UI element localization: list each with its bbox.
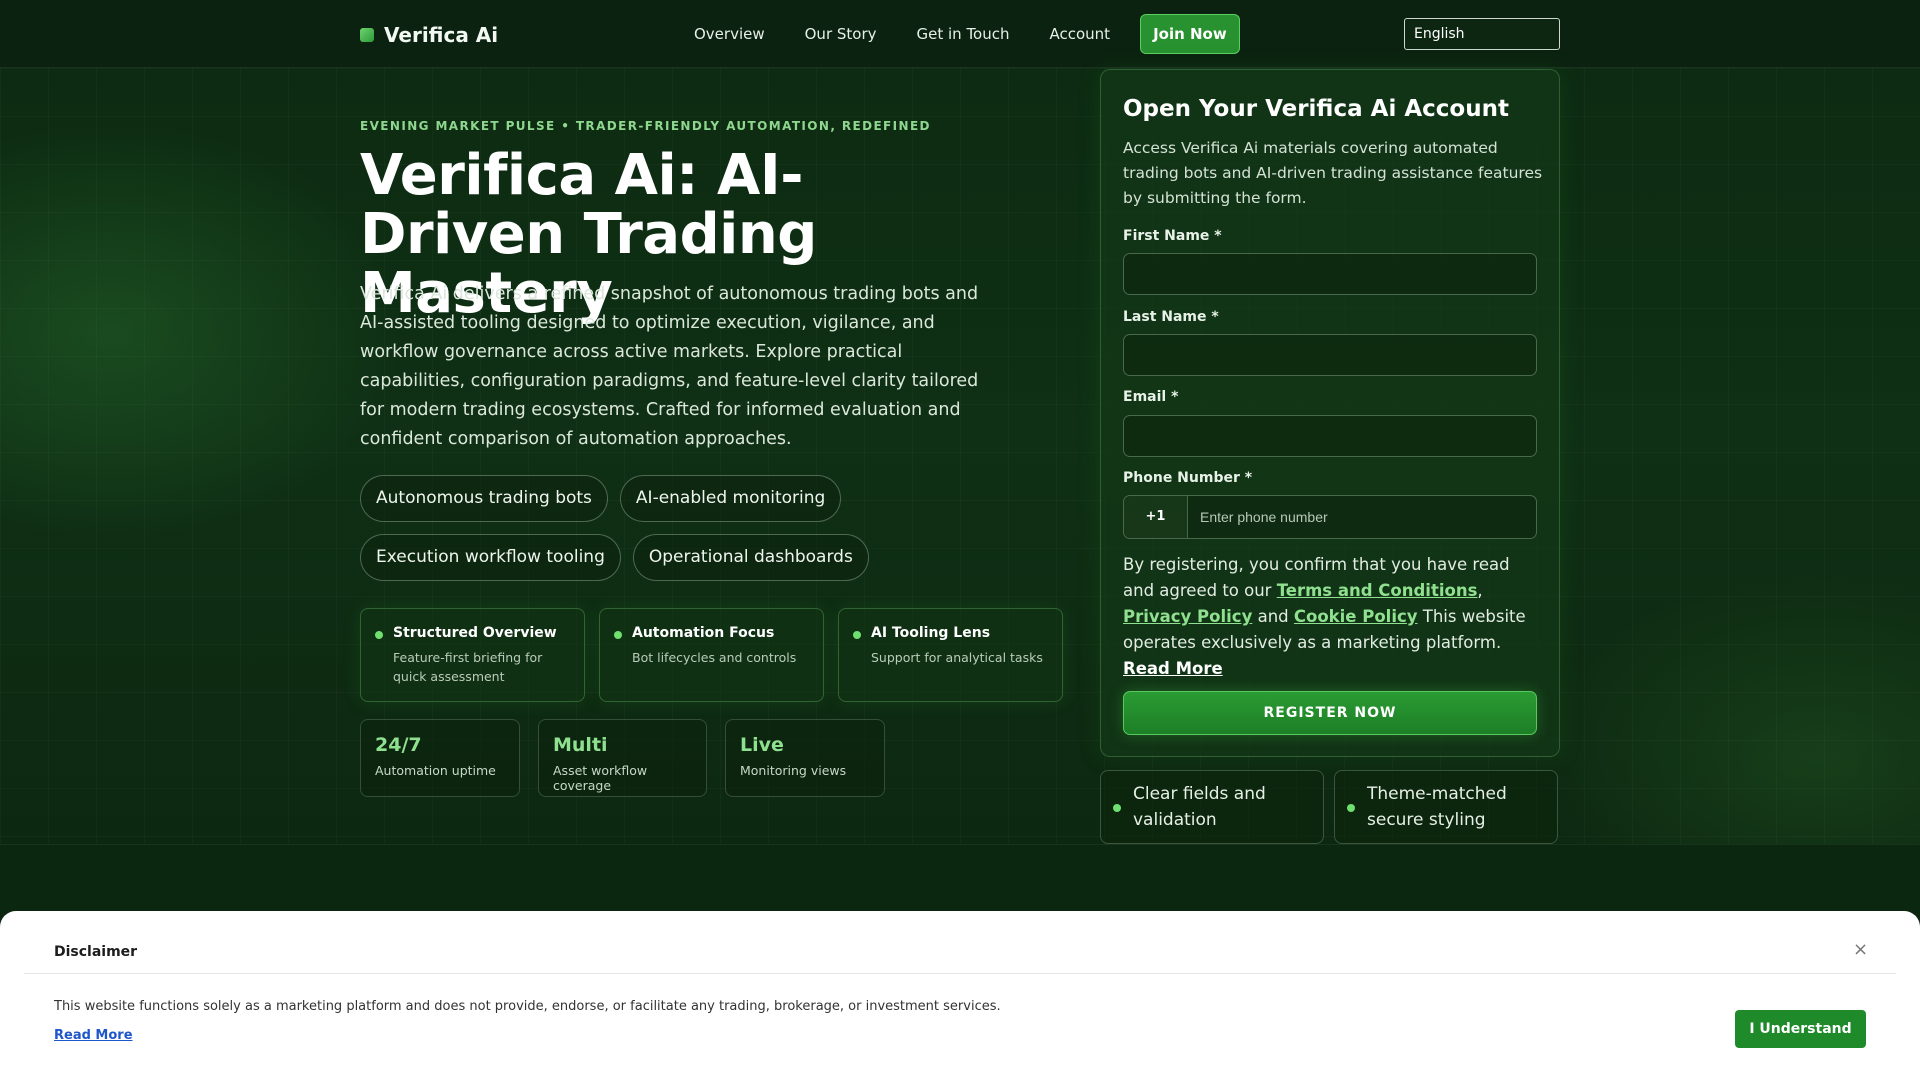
- consent-read-more-link[interactable]: Read More: [1123, 659, 1223, 678]
- feature-subtitle: Bot lifecycles and controls: [632, 650, 797, 665]
- main-nav: Overview Our Story Get in Touch Account …: [694, 14, 1240, 54]
- understand-button[interactable]: I Understand: [1735, 1010, 1866, 1048]
- brand-logo[interactable]: Verifica Ai: [360, 23, 498, 47]
- form-note: Clear fields and validation: [1100, 770, 1324, 844]
- stat-value: Multi: [553, 734, 608, 756]
- form-note: Theme-matched secure styling: [1334, 770, 1558, 844]
- stat-value: Live: [740, 734, 784, 756]
- disclaimer-text: This website functions solely as a marke…: [54, 999, 1001, 1014]
- language-select[interactable]: English: [1404, 18, 1560, 50]
- phone-input[interactable]: [1188, 496, 1536, 538]
- terms-link[interactable]: Terms and Conditions: [1277, 581, 1478, 600]
- form-feature-notes: Clear fields and validation Theme-matche…: [1100, 770, 1558, 844]
- close-icon[interactable]: ×: [1853, 939, 1868, 960]
- cookie-link[interactable]: Cookie Policy: [1294, 607, 1418, 626]
- form-title: Open Your Verifica Ai Account: [1123, 96, 1509, 122]
- brand-mark-icon: [360, 28, 374, 42]
- disclaimer-read-more-link[interactable]: Read More: [54, 1028, 133, 1043]
- form-note-text: Theme-matched secure styling: [1367, 784, 1507, 830]
- disclaimer-title: Disclaimer: [54, 944, 138, 960]
- registration-form-card: Open Your Verifica Ai Account Access Ver…: [1100, 69, 1560, 757]
- consent-text: By registering, you confirm that you hav…: [1123, 555, 1526, 678]
- feature-title: Automation Focus: [632, 625, 775, 641]
- feature-title: AI Tooling Lens: [871, 625, 991, 641]
- brand-name: Verifica Ai: [384, 23, 499, 47]
- first-name-label: First Name *: [1123, 228, 1222, 244]
- nav-link-our-story[interactable]: Our Story: [805, 14, 877, 54]
- pill-autonomous-trading-bots: Autonomous trading bots: [360, 475, 608, 522]
- bullet-dot-icon: [1347, 804, 1355, 812]
- phone-field: +1: [1123, 495, 1537, 539]
- feature-card: AI Tooling Lens Support for analytical t…: [838, 608, 1063, 702]
- form-description: Access Verifica Ai materials covering au…: [1123, 139, 1543, 207]
- stat-card: 24/7 Automation uptime: [360, 719, 520, 797]
- last-name-input[interactable]: [1123, 334, 1537, 376]
- form-note-text: Clear fields and validation: [1133, 784, 1266, 830]
- feature-card: Automation Focus Bot lifecycles and cont…: [599, 608, 824, 702]
- pill-operational-dashboards: Operational dashboards: [632, 534, 869, 581]
- first-name-input[interactable]: [1123, 253, 1537, 295]
- bullet-dot-icon: [614, 631, 622, 639]
- pill-ai-enabled-monitoring: AI-enabled monitoring: [619, 475, 842, 522]
- disclaimer-divider: [24, 973, 1896, 974]
- pill-execution-workflow-tooling: Execution workflow tooling: [360, 534, 621, 581]
- stat-cards: 24/7 Automation uptime Multi Asset workf…: [360, 719, 885, 797]
- feature-card: Structured Overview Feature-first briefi…: [360, 608, 585, 702]
- stat-label: Asset workflow coverage: [553, 763, 648, 793]
- stat-label: Automation uptime: [375, 763, 496, 778]
- feature-title: Structured Overview: [393, 625, 557, 641]
- stat-label: Monitoring views: [740, 763, 847, 778]
- top-navbar: Verifica Ai Overview Our Story Get in To…: [0, 0, 1920, 68]
- join-now-button[interactable]: Join Now: [1140, 14, 1240, 54]
- nav-link-account[interactable]: Account: [1050, 14, 1111, 54]
- capability-pills: Autonomous trading bots AI-enabled monit…: [360, 475, 1080, 581]
- nav-link-overview[interactable]: Overview: [694, 14, 765, 54]
- stat-value: 24/7: [375, 734, 422, 756]
- hero-kicker: EVENING MARKET PULSE • TRADER-FRIENDLY A…: [360, 119, 931, 133]
- phone-label: Phone Number *: [1123, 470, 1253, 486]
- disclaimer-banner: Disclaimer × This website functions sole…: [0, 911, 1920, 1080]
- feature-cards: Structured Overview Feature-first briefi…: [360, 608, 1063, 702]
- register-button[interactable]: REGISTER NOW: [1123, 691, 1537, 735]
- bullet-dot-icon: [853, 631, 861, 639]
- email-label: Email *: [1123, 389, 1179, 405]
- stat-card: Multi Asset workflow coverage: [538, 719, 707, 797]
- email-input[interactable]: [1123, 415, 1537, 457]
- bullet-dot-icon: [375, 631, 383, 639]
- last-name-label: Last Name *: [1123, 309, 1219, 325]
- nav-link-get-in-touch[interactable]: Get in Touch: [917, 14, 1010, 54]
- feature-subtitle: Feature-first briefing for quick assessm…: [393, 650, 543, 684]
- privacy-link[interactable]: Privacy Policy: [1123, 607, 1252, 626]
- stat-card: Live Monitoring views: [725, 719, 885, 797]
- hero-description: Verifica Ai delivers a refined snapshot …: [360, 284, 979, 449]
- bullet-dot-icon: [1113, 804, 1121, 812]
- feature-subtitle: Support for analytical tasks: [871, 650, 1043, 665]
- phone-country-code[interactable]: +1: [1124, 496, 1188, 538]
